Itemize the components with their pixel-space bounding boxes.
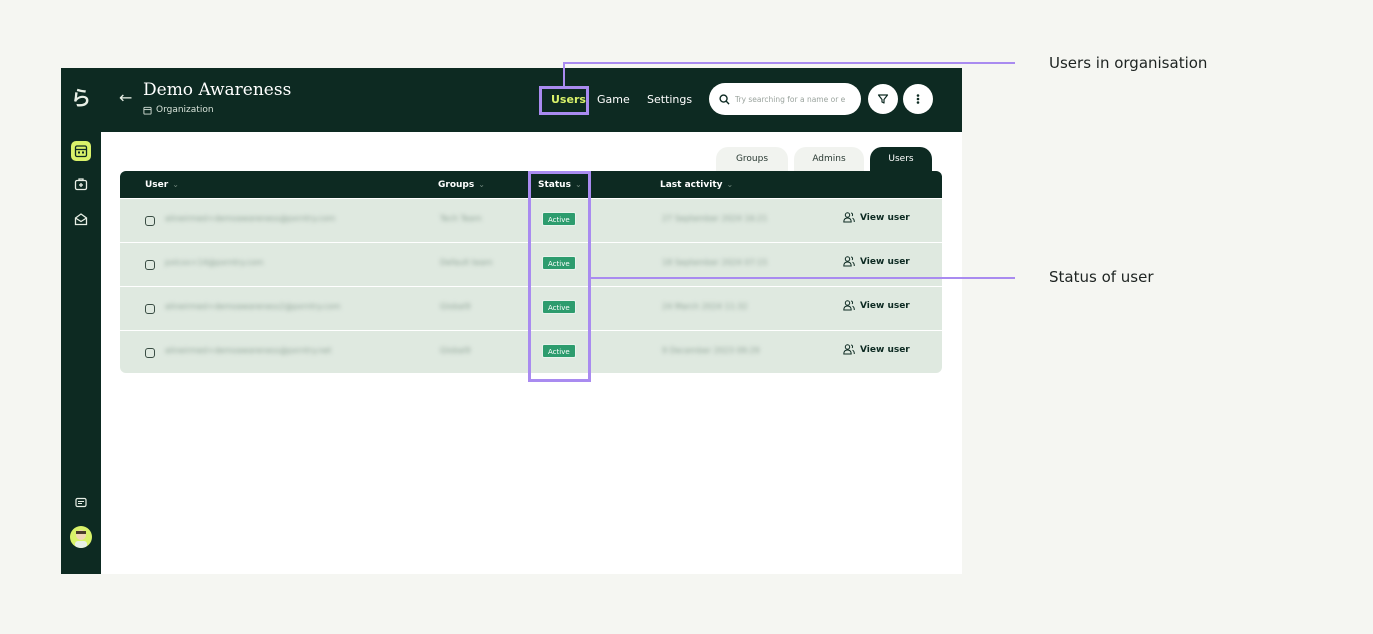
search-icon: [719, 93, 730, 105]
chevron-down-icon: ⌄: [726, 180, 734, 189]
users-icon: [843, 256, 855, 267]
row-checkbox[interactable]: [145, 260, 155, 270]
top-bar: ← Demo Awareness Organization Users Game…: [101, 68, 962, 132]
row-checkbox[interactable]: [145, 304, 155, 314]
more-vertical-icon: [916, 94, 920, 104]
breadcrumb: Organization: [143, 105, 214, 115]
view-user-button[interactable]: View user: [843, 300, 910, 311]
view-user-button[interactable]: View user: [843, 212, 910, 223]
column-header-groups[interactable]: Groups ⌄: [438, 171, 485, 198]
page-title: Demo Awareness: [143, 80, 292, 100]
chevron-down-icon: ⌄: [172, 180, 179, 189]
app-window: ら ← Demo Awareness Organization Users Ga…: [61, 68, 962, 574]
view-user-button[interactable]: View user: [843, 344, 910, 355]
annotation-connector: [563, 62, 1015, 64]
more-options-button[interactable]: [903, 84, 933, 114]
sidebar-item-briefcase[interactable]: [71, 174, 91, 194]
filter-button[interactable]: [868, 84, 898, 114]
view-user-label: View user: [860, 212, 910, 223]
back-arrow-icon[interactable]: ←: [119, 87, 132, 109]
organization-icon: [143, 106, 152, 115]
search-input[interactable]: [735, 90, 853, 108]
avatar[interactable]: [70, 526, 92, 548]
tab-settings[interactable]: Settings: [647, 90, 692, 110]
annotation-connector: [563, 62, 565, 87]
view-user-button[interactable]: View user: [843, 256, 910, 267]
last-activity: 9 December 2023 09:29: [662, 346, 760, 355]
sidebar-item-organization[interactable]: [71, 141, 91, 161]
users-icon: [843, 344, 855, 355]
user-email: alineirmed+demoawareness@pxrntry.com: [165, 214, 336, 223]
filter-icon: [877, 94, 889, 104]
user-group: Default team: [440, 258, 493, 267]
annotation-users-in-organisation: Users in organisation: [1049, 54, 1208, 72]
column-header-user[interactable]: User ⌄: [145, 171, 179, 198]
sidebar: ら: [61, 68, 101, 574]
column-header-last-activity[interactable]: Last activity ⌄: [660, 171, 733, 198]
mail-icon: [74, 213, 88, 226]
tab-game[interactable]: Game: [597, 90, 630, 110]
user-email: alineirmed+demoawareness@pxrntry.net: [165, 346, 332, 355]
sidebar-item-mail[interactable]: [71, 209, 91, 229]
user-group: Tech Team: [440, 214, 482, 223]
view-user-label: View user: [860, 300, 910, 311]
user-email: pxlcxx+14@pxrntry.com: [165, 258, 264, 267]
last-activity: 24 March 2024 11:32: [662, 302, 748, 311]
app-logo[interactable]: ら: [61, 82, 101, 111]
users-icon: [843, 212, 855, 223]
search-bar: [709, 83, 861, 115]
chat-icon: [75, 497, 87, 508]
chevron-down-icon: ⌄: [478, 180, 485, 189]
panel-tab-admins[interactable]: Admins: [794, 147, 864, 171]
panel-tab-users[interactable]: Users: [870, 147, 932, 172]
annotation-connector: [591, 277, 1015, 279]
users-tab-highlight: [539, 86, 589, 115]
view-user-label: View user: [860, 256, 910, 267]
last-activity: 18 September 2024 07:15: [662, 258, 768, 267]
view-user-label: View user: [860, 344, 910, 355]
row-checkbox[interactable]: [145, 216, 155, 226]
row-checkbox[interactable]: [145, 348, 155, 358]
organization-label: Organization: [156, 105, 214, 115]
briefcase-icon: [74, 178, 88, 191]
users-icon: [843, 300, 855, 311]
sidebar-item-chat[interactable]: [71, 493, 91, 513]
annotation-status-of-user: Status of user: [1049, 268, 1154, 286]
status-column-highlight: [528, 171, 591, 382]
user-email: alineirmed+demoawareness2@pxrntry.com: [165, 302, 341, 311]
last-activity: 27 September 2024 16:21: [662, 214, 768, 223]
panel-tab-groups[interactable]: Groups: [716, 147, 788, 171]
organization-icon: [74, 145, 88, 158]
user-group: Global9: [440, 346, 471, 355]
user-group: Global9: [440, 302, 471, 311]
